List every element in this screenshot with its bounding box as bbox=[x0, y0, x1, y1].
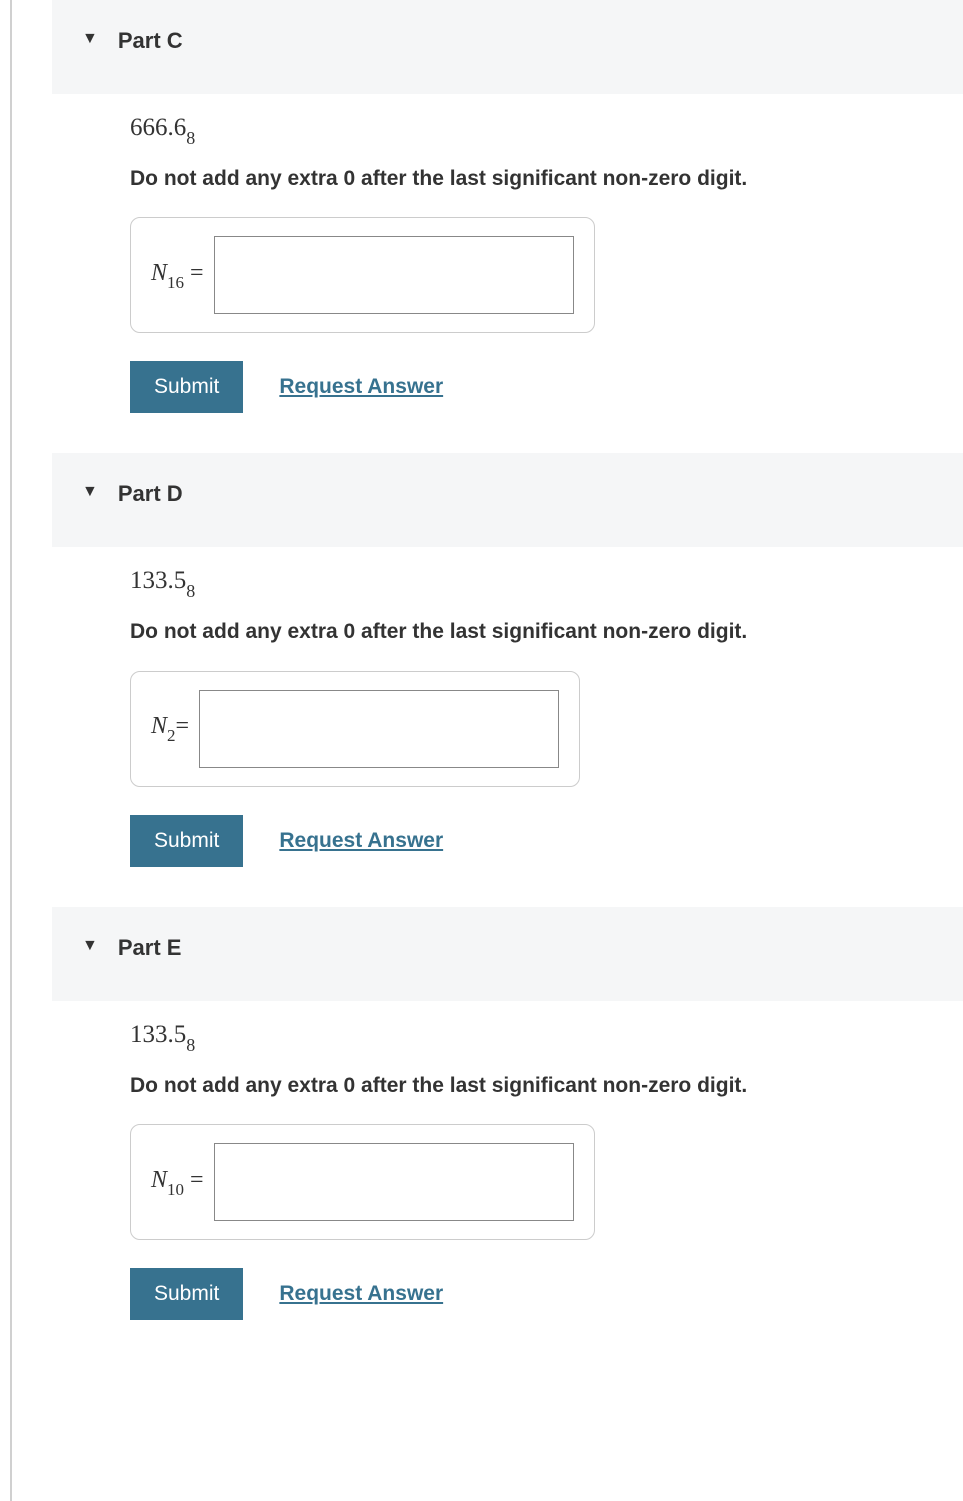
request-answer-link[interactable]: Request Answer bbox=[279, 375, 443, 399]
page-container: ▼ Part C 666.68 Do not add any extra 0 a… bbox=[10, 0, 963, 1501]
equals-sign: = bbox=[184, 260, 204, 286]
variable-label: N10 = bbox=[151, 1167, 204, 1198]
variable-label: N16 = bbox=[151, 260, 204, 291]
chevron-down-icon[interactable]: ▼ bbox=[82, 30, 98, 48]
request-answer-link[interactable]: Request Answer bbox=[279, 1282, 443, 1306]
part-body: 666.68 Do not add any extra 0 after the … bbox=[12, 94, 963, 443]
answer-box: N2= bbox=[130, 671, 580, 787]
part-section: ▼ Part E 133.58 Do not add any extra 0 a… bbox=[12, 907, 963, 1350]
submit-button[interactable]: Submit bbox=[130, 1268, 243, 1320]
part-header[interactable]: ▼ Part E bbox=[52, 907, 963, 1001]
variable-subscript: 2 bbox=[167, 726, 176, 745]
value-subscript: 8 bbox=[186, 581, 195, 601]
variable-subscript: 10 bbox=[167, 1180, 184, 1199]
answer-box: N10 = bbox=[130, 1124, 595, 1240]
instruction-text: Do not add any extra 0 after the last si… bbox=[130, 164, 933, 193]
part-section: ▼ Part D 133.58 Do not add any extra 0 a… bbox=[12, 453, 963, 896]
answer-input[interactable] bbox=[214, 1143, 574, 1221]
question-value: 133.58 bbox=[130, 1021, 933, 1053]
variable-label: N2= bbox=[151, 713, 189, 744]
submit-button[interactable]: Submit bbox=[130, 815, 243, 867]
question-value: 666.68 bbox=[130, 114, 933, 146]
variable-letter: N bbox=[151, 1167, 167, 1193]
button-row: Submit Request Answer bbox=[130, 1268, 933, 1320]
chevron-down-icon[interactable]: ▼ bbox=[82, 937, 98, 955]
value-main: 133.5 bbox=[130, 567, 186, 594]
button-row: Submit Request Answer bbox=[130, 815, 933, 867]
chevron-down-icon[interactable]: ▼ bbox=[82, 483, 98, 501]
variable-letter: N bbox=[151, 713, 167, 739]
variable-letter: N bbox=[151, 260, 167, 286]
value-subscript: 8 bbox=[186, 1035, 195, 1055]
part-body: 133.58 Do not add any extra 0 after the … bbox=[12, 1001, 963, 1350]
equals-sign: = bbox=[176, 713, 190, 739]
value-main: 666.6 bbox=[130, 114, 186, 141]
part-title: Part D bbox=[118, 481, 183, 507]
value-subscript: 8 bbox=[186, 128, 195, 148]
submit-button[interactable]: Submit bbox=[130, 361, 243, 413]
part-title: Part C bbox=[118, 28, 183, 54]
request-answer-link[interactable]: Request Answer bbox=[279, 829, 443, 853]
button-row: Submit Request Answer bbox=[130, 361, 933, 413]
part-header[interactable]: ▼ Part C bbox=[52, 0, 963, 94]
instruction-text: Do not add any extra 0 after the last si… bbox=[130, 1071, 933, 1100]
answer-input[interactable] bbox=[214, 236, 574, 314]
value-main: 133.5 bbox=[130, 1021, 186, 1048]
equals-sign: = bbox=[184, 1167, 204, 1193]
question-value: 133.58 bbox=[130, 567, 933, 599]
part-header[interactable]: ▼ Part D bbox=[52, 453, 963, 547]
part-title: Part E bbox=[118, 935, 182, 961]
part-body: 133.58 Do not add any extra 0 after the … bbox=[12, 547, 963, 896]
part-section: ▼ Part C 666.68 Do not add any extra 0 a… bbox=[12, 0, 963, 443]
answer-box: N16 = bbox=[130, 217, 595, 333]
variable-subscript: 16 bbox=[167, 273, 184, 292]
instruction-text: Do not add any extra 0 after the last si… bbox=[130, 617, 933, 646]
answer-input[interactable] bbox=[199, 690, 559, 768]
